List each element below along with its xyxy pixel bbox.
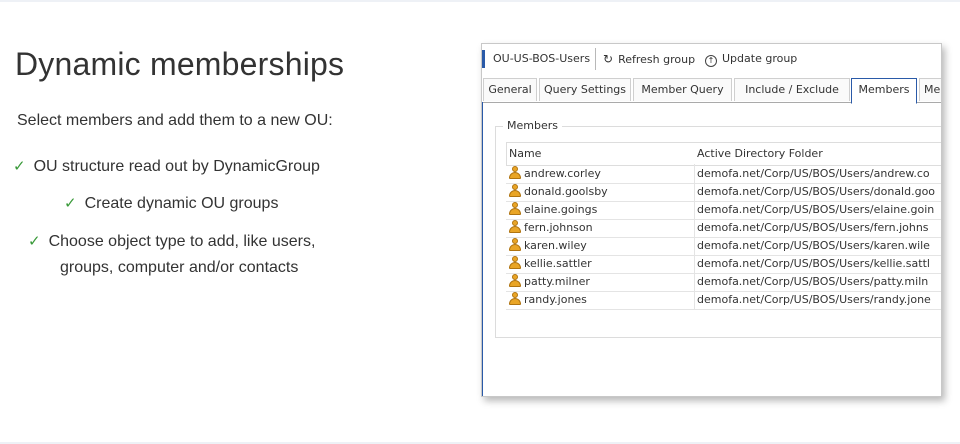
member-name: kellie.sattler	[524, 257, 592, 270]
member-row[interactable]: donald.goolsby demofa.net/Corp/US/BOS/Use…	[506, 183, 941, 202]
refresh-icon: ↻	[603, 52, 614, 66]
toolbar-accent	[482, 50, 485, 68]
member-name: karen.wiley	[524, 239, 587, 252]
tab-general[interactable]: General	[483, 78, 537, 101]
tab-query-settings[interactable]: Query Settings	[539, 78, 631, 101]
user-icon	[508, 220, 522, 234]
toolbar: OU-US-BOS-Users ↻ Refresh group ↑ Update g…	[482, 44, 941, 74]
member-row[interactable]: kellie.sattler demofa.net/Corp/US/BOS/Use…	[506, 255, 941, 274]
member-name-cell: elaine.goings	[508, 201, 694, 219]
bullet-text-continued: groups, computer and/or contacts	[60, 259, 299, 276]
bullet-create-groups: ✓ Create dynamic OU groups	[64, 190, 278, 217]
user-icon	[508, 238, 522, 252]
user-icon	[508, 184, 522, 198]
member-row[interactable]: andrew.corley demofa.net/Corp/US/BOS/User…	[506, 165, 941, 184]
member-folder: demofa.net/Corp/US/BOS/Users/karen.wile	[694, 237, 930, 255]
member-name-cell: kellie.sattler	[508, 255, 694, 273]
group-window-screenshot: OU-US-BOS-Users ↻ Refresh group ↑ Update g…	[481, 43, 942, 397]
bullet-ou-structure: ✓ OU structure read out by DynamicGroup	[13, 153, 320, 180]
tab-members[interactable]: Members	[851, 78, 917, 104]
member-row[interactable]: patty.milner demofa.net/Corp/US/BOS/Users…	[506, 273, 941, 292]
top-divider	[0, 0, 960, 2]
member-folder: demofa.net/Corp/US/BOS/Users/randy.jone	[694, 291, 931, 309]
member-folder: demofa.net/Corp/US/BOS/Users/elaine.goin	[694, 201, 934, 219]
bullet-text: Create dynamic OU groups	[84, 195, 279, 212]
member-name: andrew.corley	[524, 167, 601, 180]
member-row[interactable]: elaine.goings demofa.net/Corp/US/BOS/User…	[506, 201, 941, 220]
member-name: patty.milner	[524, 275, 590, 288]
bullet-object-type: ✓ Choose object type to add, like users, …	[28, 228, 348, 281]
refresh-group-label: Refresh group	[618, 53, 696, 66]
checkmark-icon: ✓	[64, 194, 77, 212]
member-name: elaine.goings	[524, 203, 598, 216]
slide-title: Dynamic memberships	[15, 46, 345, 82]
member-name: donald.goolsby	[524, 185, 608, 198]
bullet-text: OU structure read out by DynamicGroup	[33, 158, 320, 175]
bullet-text: Choose object type to add, like users,	[48, 233, 316, 250]
member-name-cell: randy.jones	[508, 291, 694, 309]
upload-circle-icon: ↑	[705, 55, 717, 67]
panel-left-border	[482, 102, 483, 396]
member-name: fern.johnson	[524, 221, 593, 234]
member-folder: demofa.net/Corp/US/BOS/Users/fern.johns	[694, 219, 929, 237]
members-groupbox-label: Members	[503, 119, 562, 132]
member-folder: demofa.net/Corp/US/BOS/Users/andrew.co	[694, 165, 930, 183]
member-name: randy.jones	[524, 293, 587, 306]
tab-include-exclude[interactable]: Include / Exclude	[734, 78, 850, 101]
group-name-label: OU-US-BOS-Users	[493, 52, 591, 65]
tab-member-query[interactable]: Member Query	[633, 78, 732, 101]
grid-header: Name Active Directory Folder	[506, 142, 941, 166]
user-icon	[508, 256, 522, 270]
member-folder: demofa.net/Corp/US/BOS/Users/patty.miln	[694, 273, 928, 291]
member-row[interactable]: karen.wiley demofa.net/Corp/US/BOS/Users/…	[506, 237, 941, 256]
user-icon	[508, 274, 522, 288]
member-name-cell: andrew.corley	[508, 165, 694, 183]
tab-more[interactable]: Me	[919, 78, 941, 101]
member-folder: demofa.net/Corp/US/BOS/Users/donald.goo	[694, 183, 935, 201]
column-header-name[interactable]: Name	[509, 147, 541, 160]
member-name-cell: karen.wiley	[508, 237, 694, 255]
column-divider	[694, 164, 695, 308]
slide-subtitle: Select members and add them to a new OU:	[17, 112, 333, 129]
member-name-cell: patty.milner	[508, 273, 694, 291]
member-row[interactable]: randy.jones demofa.net/Corp/US/BOS/Users/…	[506, 291, 941, 310]
member-name-cell: donald.goolsby	[508, 183, 694, 201]
member-folder: demofa.net/Corp/US/BOS/Users/kellie.satt…	[694, 255, 930, 273]
user-icon	[508, 166, 522, 180]
checkmark-icon: ✓	[28, 232, 41, 250]
member-row[interactable]: fern.johnson demofa.net/Corp/US/BOS/Users…	[506, 219, 941, 238]
update-group-button[interactable]: ↑ Update group	[705, 52, 798, 67]
toolbar-separator	[595, 48, 596, 70]
user-icon	[508, 202, 522, 216]
refresh-group-button[interactable]: ↻ Refresh group	[603, 52, 695, 66]
tab-bar: General Query Settings Member Query Incl…	[482, 78, 941, 104]
member-name-cell: fern.johnson	[508, 219, 694, 237]
update-group-label: Update group	[722, 52, 798, 65]
checkmark-icon: ✓	[13, 157, 26, 175]
column-header-ad-folder[interactable]: Active Directory Folder	[697, 147, 823, 160]
user-icon	[508, 292, 522, 306]
